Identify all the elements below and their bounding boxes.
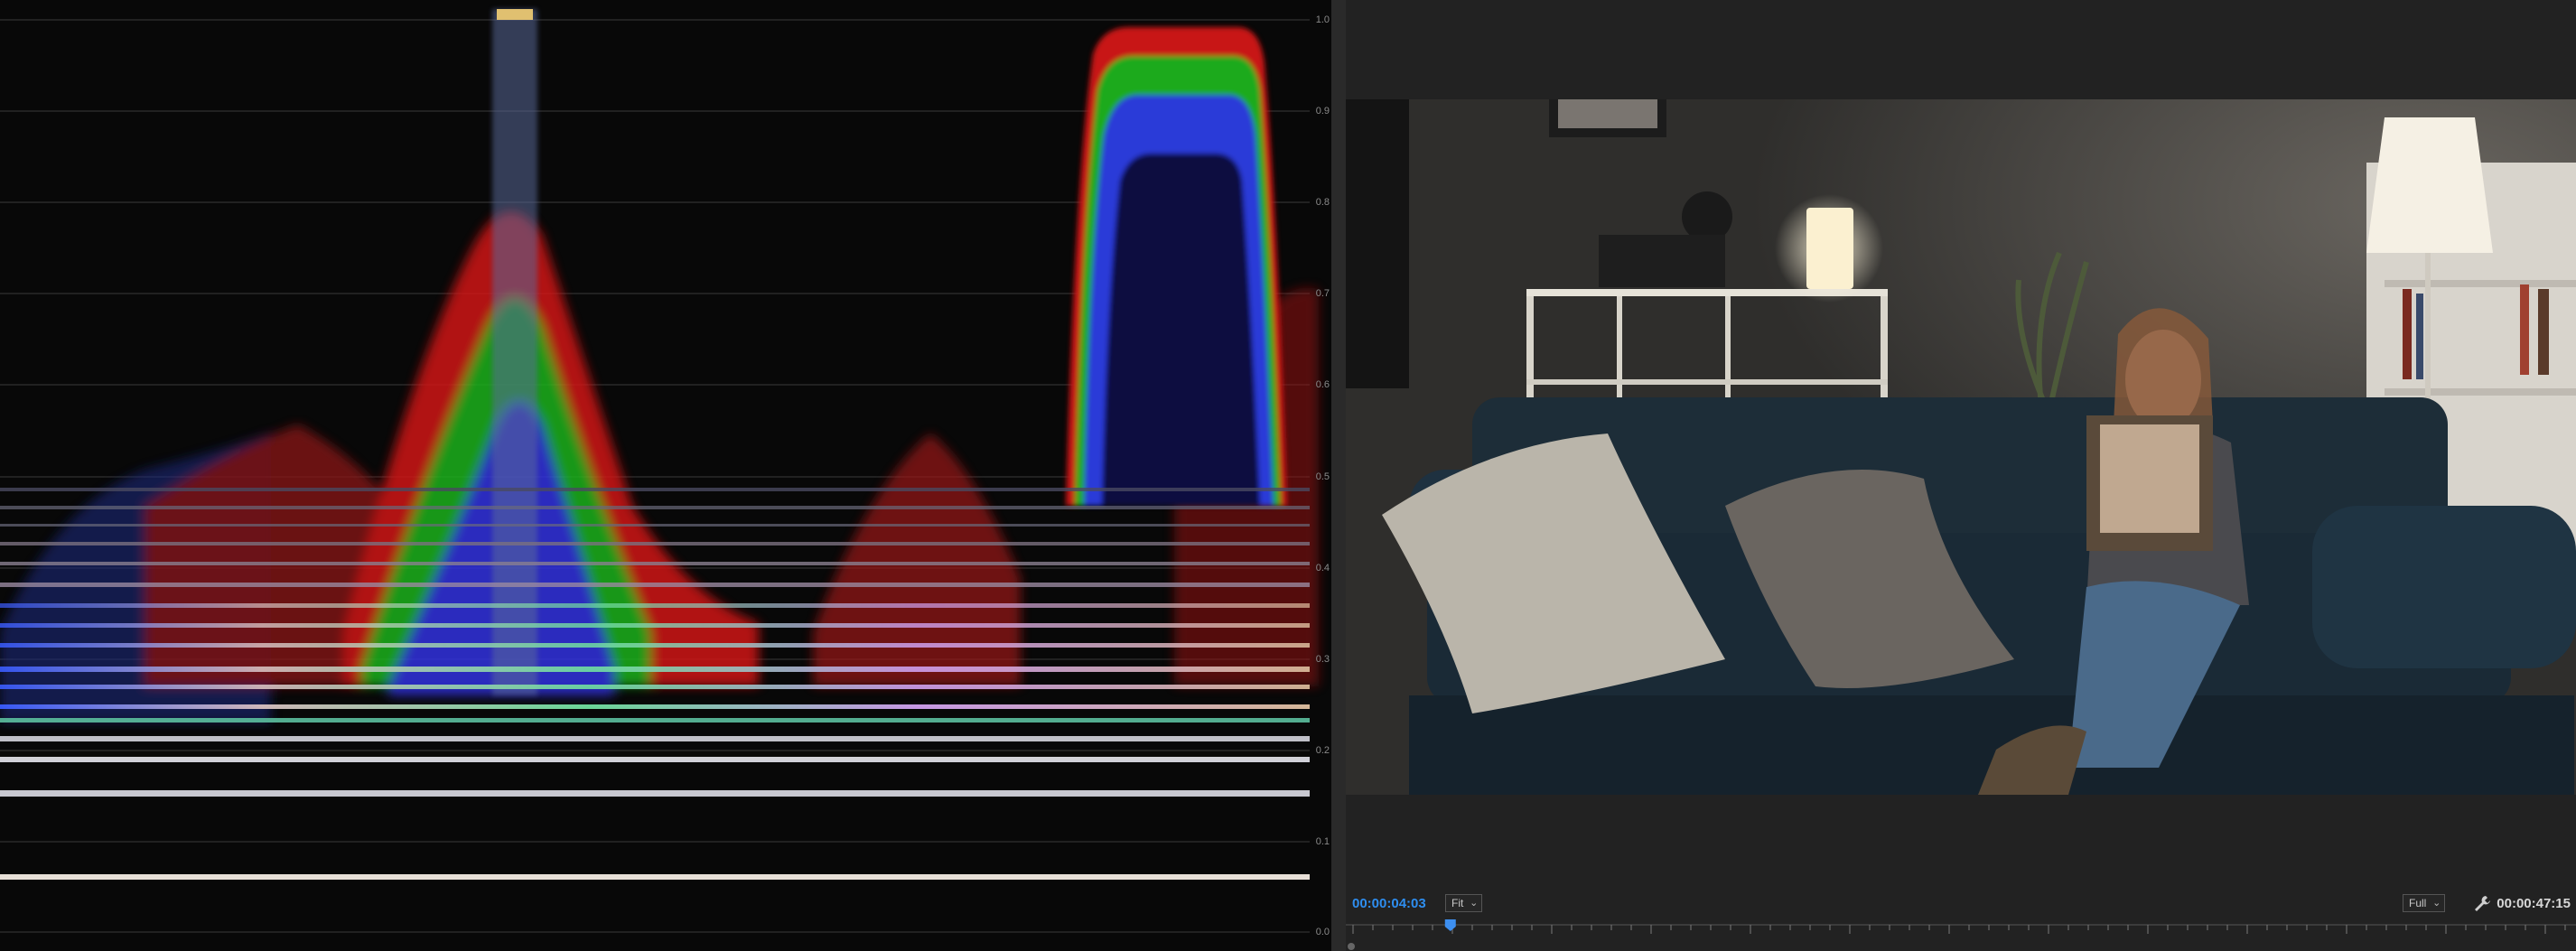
ruler-ticks (1352, 925, 2566, 934)
wrench-icon[interactable] (2473, 894, 2491, 912)
highlight-plateau (1066, 27, 1287, 506)
zoom-level-select[interactable]: Fit ⌄ (1445, 894, 1483, 912)
scale-label-0-4: 0.4 (1315, 563, 1330, 573)
zoom-scroll-handle (1348, 943, 1355, 950)
scale-label-0-2: 0.2 (1315, 745, 1330, 756)
scale-label-0-5: 0.5 (1315, 471, 1330, 482)
resolution-value: Full (2409, 897, 2427, 909)
scale-label-0-8: 0.8 (1315, 197, 1330, 208)
scale-label-0-3: 0.3 (1315, 654, 1330, 665)
scale-label-0-9: 0.9 (1315, 106, 1330, 117)
duration-timecode: 00:00:47:15 (2497, 896, 2571, 911)
zoom-level-value: Fit (1451, 897, 1464, 909)
scale-label-1-0: 1.0 (1315, 14, 1330, 25)
video-frame[interactable] (1346, 99, 2576, 795)
playback-resolution-select[interactable]: Full ⌄ (2403, 894, 2446, 912)
scale-label-0-7: 0.7 (1315, 288, 1330, 299)
scale-label-0-6: 0.6 (1315, 379, 1330, 390)
current-timecode[interactable]: 00:00:04:03 (1352, 896, 1426, 911)
chevron-down-icon: ⌄ (1470, 898, 1479, 909)
waveform-scope[interactable]: 1.0 0.9 0.8 0.7 0.6 0.5 0.4 0.3 0.2 0.1 … (0, 0, 1331, 951)
panel-divider[interactable] (1331, 0, 1346, 951)
waveform-graphic (0, 9, 1319, 933)
playhead-icon (1444, 919, 1456, 931)
video-still (1346, 99, 2576, 795)
scale-label-0-0: 0.0 (1315, 927, 1330, 937)
chevron-down-icon: ⌄ (2432, 898, 2441, 909)
timeline-ruler[interactable] (1346, 919, 2576, 951)
scale-label-0-1: 0.1 (1315, 836, 1330, 847)
